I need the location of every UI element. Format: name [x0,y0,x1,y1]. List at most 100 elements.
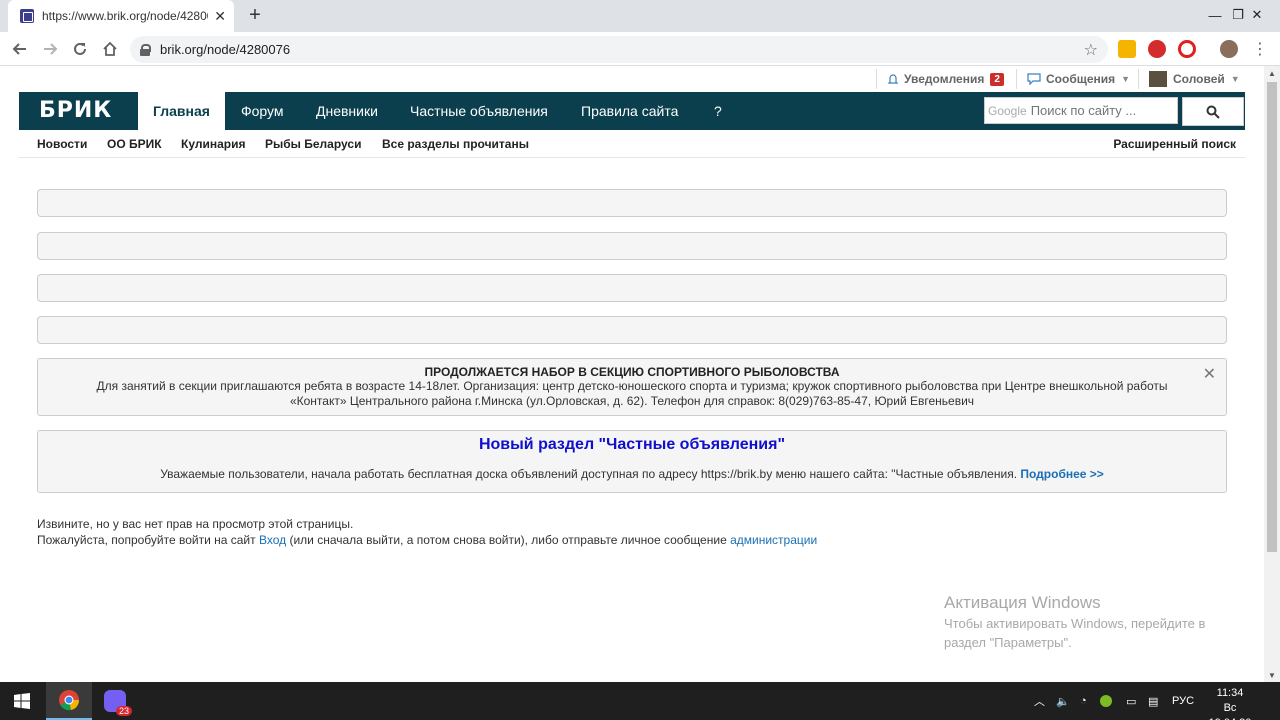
watermark-line2: раздел "Параметры". [944,635,1072,650]
reload-icon[interactable] [68,37,92,61]
close-window-button[interactable]: ✕ [1234,0,1280,30]
app-tray-icon[interactable] [1100,682,1112,720]
login-link[interactable]: Вход [259,533,286,547]
notifications-label: Уведомления [904,72,985,86]
admin-message-link[interactable]: администрации [730,533,817,547]
windows-logo-icon [14,693,30,709]
scroll-up-icon[interactable]: ▲ [1264,66,1280,80]
search-icon [1206,105,1220,119]
nav-rules[interactable]: Правила сайта [566,92,693,130]
tray-chevron-icon[interactable]: ︿ [1034,682,1045,720]
empty-block [37,189,1227,217]
scrollbar-thumb[interactable] [1267,82,1277,552]
bell-icon [887,74,899,84]
search-button[interactable] [1182,97,1244,126]
notifications-count-badge: 2 [990,72,1004,86]
windows-activation-watermark: Активация Windows Чтобы активировать Win… [944,592,1205,652]
messages-label: Сообщения [1046,72,1116,86]
site-main-nav: БРИК Главная Форум Дневники Частные объя… [19,92,1245,130]
bookmark-extension-icon[interactable] [1118,40,1136,58]
clock-date: Вс 19.04.20 [1209,702,1252,720]
chevron-down-icon: ▼ [1121,74,1131,84]
clock-time: 11:34 [1216,687,1244,699]
url-text[interactable]: brik.org/node/4280076 [160,42,1084,57]
messages-menu[interactable]: Сообщения ▼ [1016,69,1130,89]
tab-close-button[interactable]: ✕ [214,8,226,25]
subnav-cooking[interactable]: Кулинария [181,137,245,151]
chat-icon [1027,73,1041,85]
empty-block [37,274,1227,302]
viber-icon: 23 [104,690,132,716]
forward-icon[interactable] [38,37,62,61]
taskbar-chrome[interactable] [46,682,92,720]
search-input[interactable] [1030,103,1171,118]
access-denied-text: (или сначала выйти, а потом снова войти)… [286,533,731,547]
chrome-icon [59,690,80,711]
nav-classifieds[interactable]: Частные объявления [395,92,563,130]
notice-title: ПРОДОЛЖАЕТСЯ НАБОР В СЕКЦИЮ СПОРТИВНОГО … [424,365,840,379]
taskbar-clock[interactable]: 11:34 Вс 19.04.20 [1206,686,1254,720]
site-favicon-icon [20,9,34,23]
site-sub-nav: Новости ОО БРИК Кулинария Рыбы Беларуси … [19,130,1245,158]
access-denied-line2: Пожалуйста, попробуйте войти на сайт Вхо… [37,532,817,548]
announcement-text: Уважаемые пользователи, начала работать … [160,467,1018,481]
tab-title: https://www.brik.org/node/4280076 [42,9,208,23]
notifications-menu[interactable]: Уведомления 2 [876,69,1004,89]
lock-icon [140,43,151,56]
nav-diaries[interactable]: Дневники [301,92,393,130]
new-tab-button[interactable]: + [244,4,266,26]
home-icon[interactable] [98,37,122,61]
bookmark-star-icon[interactable]: ☆ [1084,40,1098,60]
site-user-bar: Уведомления 2 Сообщения ▼ Соловей ▼ [0,66,1264,92]
adblock-extension-icon[interactable] [1148,40,1166,58]
nav-forum[interactable]: Форум [226,92,299,130]
nav-home[interactable]: Главная [138,92,225,130]
access-denied-message: Извините, но у вас нет прав на просмотр … [37,516,817,548]
language-indicator[interactable]: РУС [1172,682,1194,720]
watermark-title: Активация Windows [944,593,1101,612]
empty-block [37,316,1227,344]
windows-taskbar: 23 ︿ 🔈 ◔ ▭ ▤ РУС 11:34 Вс 19.04.20 [0,682,1280,720]
scroll-down-icon[interactable]: ▼ [1264,668,1280,682]
opera-extension-icon[interactable] [1178,40,1196,58]
action-center-icon[interactable]: ▤ [1148,682,1158,720]
announcement-box: Новый раздел "Частные объявления" Уважае… [37,430,1227,493]
site-search-box: Google [984,97,1178,124]
site-logo[interactable]: БРИК [39,98,112,123]
search-brand: Google [988,103,1027,118]
close-icon[interactable]: ✕ [1203,364,1216,384]
access-denied-text: Пожалуйста, попробуйте войти на сайт [37,533,259,547]
notice-banner: ПРОДОЛЖАЕТСЯ НАБОР В СЕКЦИЮ СПОРТИВНОГО … [37,358,1227,416]
notice-text: Для занятий в секции приглашаются ребята… [96,379,1168,408]
watermark-line1: Чтобы активировать Windows, перейдите в [944,616,1206,631]
browser-menu-icon[interactable]: ⋮ [1248,37,1272,61]
browser-tab[interactable]: https://www.brik.org/node/4280076 ✕ [8,0,234,32]
access-denied-line1: Извините, но у вас нет прав на просмотр … [37,517,354,531]
back-icon[interactable] [8,37,32,61]
user-menu[interactable]: Соловей ▼ [1138,69,1240,89]
subnav-fish[interactable]: Рыбы Беларуси [265,137,361,151]
address-bar[interactable]: brik.org/node/4280076 ☆ [130,36,1108,63]
page-scrollbar[interactable]: ▲ ▼ [1264,66,1280,682]
profile-avatar[interactable] [1220,40,1238,58]
announcement-title: Новый раздел "Частные объявления" [478,436,786,453]
subnav-mark-read[interactable]: Все разделы прочитаны [382,137,529,151]
taskbar-viber[interactable]: 23 [92,682,138,720]
announcement-text-line: Уважаемые пользователи, начала работать … [38,467,1226,481]
user-name: Соловей [1173,72,1225,86]
wifi-icon[interactable]: ◔ [1080,682,1087,720]
read-more-link[interactable]: Подробнее >> [1020,467,1103,481]
user-avatar [1149,71,1167,87]
subnav-news[interactable]: Новости [37,137,87,151]
empty-block [37,232,1227,260]
volume-icon[interactable]: 🔈 [1056,682,1070,720]
browser-toolbar: brik.org/node/4280076 ☆ ⋮ [0,32,1280,66]
browser-tabstrip: https://www.brik.org/node/4280076 ✕ + — … [0,0,1280,32]
advanced-search-link[interactable]: Расширенный поиск [1113,137,1236,151]
subnav-oo-brik[interactable]: ОО БРИК [107,137,162,151]
nav-help[interactable]: ? [699,92,737,130]
chevron-down-icon: ▼ [1230,74,1240,84]
start-button[interactable] [0,682,44,720]
viber-badge: 23 [115,706,132,716]
battery-icon[interactable]: ▭ [1126,682,1136,720]
